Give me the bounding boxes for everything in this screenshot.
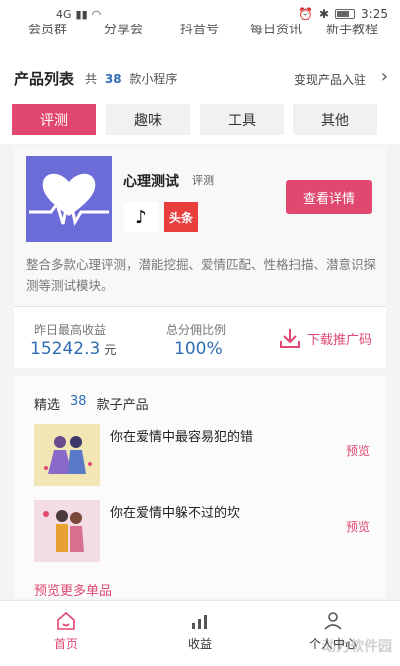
bottom-nav: 首页 收益 个人中心 xyxy=(0,600,400,666)
app-thumbnail[interactable] xyxy=(26,156,112,242)
sub-product-title: 你在爱情中躲不过的坎 xyxy=(110,506,241,521)
category-tabs: 评测 趣味 工具 其他 xyxy=(0,94,400,144)
tab-other[interactable]: 其他 xyxy=(293,104,377,135)
platform-icons: ♪ 头条 xyxy=(124,202,198,232)
product-count: 共 38 款小程序 xyxy=(85,70,177,87)
status-right: ⏰ ✱ 3:25 xyxy=(298,7,388,21)
nav-earnings[interactable]: 收益 xyxy=(165,611,235,652)
commission-ratio-value: 100% xyxy=(174,339,223,359)
monetize-entry-link[interactable]: 变现产品入驻 xyxy=(294,71,366,88)
user-icon xyxy=(324,612,342,630)
sub-product-item[interactable]: 你在爱情中躲不过的坎 预览 xyxy=(34,500,374,562)
top-nav-item-tutorial[interactable]: 新手教程 xyxy=(326,24,378,37)
currency-unit: 元 xyxy=(104,343,117,357)
signal-text: 4G xyxy=(56,8,72,21)
top-nav-item-douyin[interactable]: 抖音号 xyxy=(180,24,219,37)
clock: 3:25 xyxy=(361,7,388,21)
download-promo-code-label: 下载推广码 xyxy=(306,332,372,348)
product-list-title: 产品列表 xyxy=(14,70,75,88)
count-number: 38 xyxy=(104,72,122,86)
count-suffix: 款小程序 xyxy=(129,72,178,86)
top-nav: 会员群 分享会 抖音号 每日资讯 新手教程 xyxy=(0,24,400,44)
tab-tools[interactable]: 工具 xyxy=(200,104,284,135)
app-name: 心理测试 xyxy=(123,174,179,190)
bluetooth-icon: ✱ xyxy=(318,7,330,21)
featured-count: 38 xyxy=(70,394,87,409)
featured-prefix: 精选 xyxy=(34,398,61,413)
wifi-icon: ◠ xyxy=(91,8,102,21)
signal-bars-icon: ▮▮ xyxy=(75,8,88,21)
view-details-button[interactable]: 查看详情 xyxy=(286,180,372,214)
tab-fun[interactable]: 趣味 xyxy=(106,104,190,135)
home-icon xyxy=(57,611,75,630)
couple-illustration-icon xyxy=(34,500,100,562)
preview-more-link[interactable]: 预览更多单品 xyxy=(34,580,112,599)
signal-indicator: 4G ▮▮ ◠ xyxy=(56,8,101,21)
top-nav-item-share[interactable]: 分享会 xyxy=(104,24,143,37)
couple-illustration-icon xyxy=(34,424,100,486)
heart-pulse-icon xyxy=(29,173,109,227)
tiktok-icon: ♪ xyxy=(124,202,158,232)
nav-earnings-label: 收益 xyxy=(187,637,212,651)
chevron-right-icon[interactable]: › xyxy=(381,66,388,87)
battery-icon xyxy=(335,9,356,19)
sub-product-item[interactable]: 你在爱情中最容易犯的错 预览 xyxy=(34,424,374,486)
yesterday-earnings-label: 昨日最高收益 xyxy=(34,323,107,337)
app-description: 整合多款心理评测，潜能挖掘、爱情匹配、性格扫描、潜意识探测等测试模块。 xyxy=(26,257,377,293)
app-category-tag: 评测 xyxy=(192,174,214,187)
yesterday-earnings-number: 15242.3 xyxy=(30,339,101,359)
featured-suffix: 款子产品 xyxy=(96,398,149,413)
top-nav-item-news[interactable]: 每日资讯 xyxy=(250,24,302,37)
nav-home[interactable]: 首页 xyxy=(31,611,101,652)
alarm-icon: ⏰ xyxy=(298,7,313,21)
download-icon xyxy=(279,329,300,348)
featured-title: 精选 38 款子产品 xyxy=(34,394,149,413)
product-card: 心理测试 评测 ♪ 头条 查看详情 整合多款心理评测，潜能挖掘、爱情匹配、性格扫… xyxy=(14,146,386,306)
earnings-stats: 昨日最高收益 15242.3 元 总分佣比例 100% 下载推广码 xyxy=(14,306,386,368)
featured-products: 精选 38 款子产品 你在爱情中最容易犯的错 预览 你在爱情中躲不过的坎 预览 … xyxy=(14,376,386,599)
preview-link[interactable]: 预览 xyxy=(346,442,370,459)
tab-review[interactable]: 评测 xyxy=(12,104,96,135)
commission-ratio-label: 总分佣比例 xyxy=(166,323,227,337)
top-nav-item-members[interactable]: 会员群 xyxy=(28,24,67,37)
count-prefix: 共 xyxy=(85,72,98,86)
download-promo-code-button[interactable]: 下载推广码 xyxy=(279,327,372,349)
preview-link[interactable]: 预览 xyxy=(346,518,370,535)
status-bar: 4G ▮▮ ◠ ⏰ ✱ 3:25 xyxy=(0,0,400,26)
nav-home-label: 首页 xyxy=(53,637,78,651)
chart-icon xyxy=(192,615,207,629)
watermark-text: 动力软件园 xyxy=(322,639,392,655)
sub-product-title: 你在爱情中最容易犯的错 xyxy=(110,430,254,445)
product-list-header: 产品列表 共 38 款小程序 变现产品入驻 › xyxy=(0,44,400,94)
yesterday-earnings-value: 15242.3 元 xyxy=(30,339,116,359)
toutiao-icon: 头条 xyxy=(164,202,198,232)
